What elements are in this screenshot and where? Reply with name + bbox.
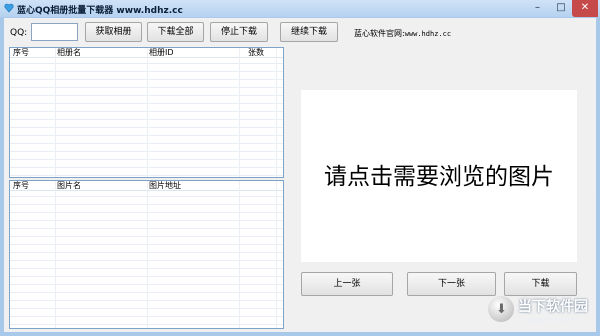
column-divider [239,48,240,177]
column-header-album-name[interactable]: 相册名 [57,48,81,57]
column-divider [55,181,56,328]
column-divider [147,48,148,177]
prev-image-button[interactable]: 上一张 [301,272,393,296]
continue-download-button[interactable]: 继续下载 [280,22,338,42]
next-image-button[interactable]: 下一张 [407,272,496,296]
column-divider [55,48,56,177]
arrow-down-icon: ⬇ [496,302,507,317]
stop-download-button[interactable]: 停止下载 [210,22,268,42]
column-header-album-id[interactable]: 相册ID [149,48,174,57]
watermark-domain: downxia.com [528,316,575,324]
column-divider [276,181,277,328]
column-divider [239,181,240,328]
title-bar[interactable]: 蓝心QQ相册批量下载器 www.hdhz.cc – □ ✕ [0,0,600,17]
close-button[interactable]: ✕ [572,0,598,17]
album-list[interactable]: 序号 相册名 相册ID 张数 [9,47,284,178]
qq-number-input[interactable] [31,23,78,41]
official-site: 蓝心软件官网:www.hdhz.cc [354,28,451,39]
qq-label: QQ: [10,28,28,38]
download-image-button[interactable]: 下载 [504,272,577,296]
minimize-button[interactable]: – [525,0,550,17]
image-list[interactable]: 序号 图片名 图片地址 [9,180,284,329]
heart-icon [4,3,14,13]
watermark-name: 当下软件园 [518,299,588,315]
window-title: 蓝心QQ相册批量下载器 www.hdhz.cc [17,6,183,16]
column-divider [147,181,148,328]
image-preview[interactable]: 请点击需要浏览的图片 [301,90,577,262]
site-label-text: 蓝心软件官网: [354,29,405,38]
column-header-index[interactable]: 序号 [13,181,29,190]
maximize-button[interactable]: □ [550,0,572,17]
column-header-image-url[interactable]: 图片地址 [149,181,181,190]
get-albums-button[interactable]: 获取相册 [85,22,142,42]
preview-placeholder: 请点击需要浏览的图片 [324,164,554,190]
app-window: 蓝心QQ相册批量下载器 www.hdhz.cc – □ ✕ QQ: 获取相册 下… [0,0,600,336]
watermark: ⬇ 当下软件园 downxia.com [488,294,598,334]
download-all-button[interactable]: 下载全部 [147,22,204,42]
column-divider [276,48,277,177]
site-url-link[interactable]: www.hdhz.cc [405,30,451,38]
column-header-image-name[interactable]: 图片名 [57,181,81,190]
column-header-index[interactable]: 序号 [13,48,29,57]
column-header-photo-count[interactable]: 张数 [248,48,264,57]
